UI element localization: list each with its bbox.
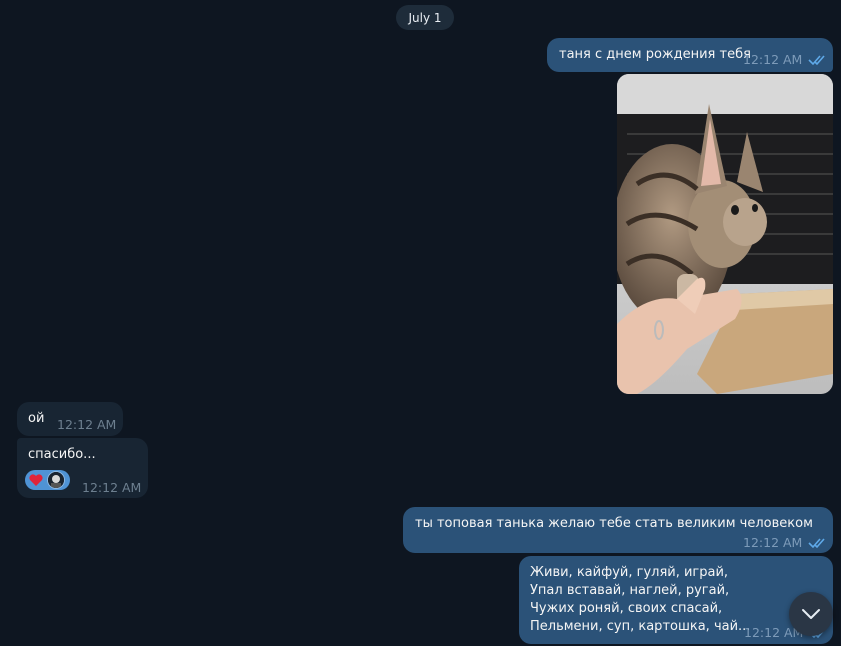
message-time: 12:12 AM <box>743 52 803 67</box>
reactor-avatar <box>47 471 65 489</box>
message-line: Упал вставай, наглей, ругай, <box>530 583 730 598</box>
message-text: ой <box>28 411 45 426</box>
double-check-icon <box>808 55 825 66</box>
avatar-image <box>48 472 64 488</box>
message-time: 12:12 AM <box>743 535 803 550</box>
kitten-photo[interactable] <box>617 74 833 394</box>
reaction-badge[interactable] <box>25 470 70 490</box>
message-text: Живи, кайфуй, гуляй, играй, Упал вставай… <box>530 564 750 636</box>
message-line: Живи, кайфуй, гуляй, играй, <box>530 565 729 580</box>
chevron-down-icon <box>802 609 820 619</box>
message-text: ты топовая танька желаю тебе стать велик… <box>415 516 813 531</box>
message-time: 12:12 AM <box>57 417 117 432</box>
incoming-message[interactable]: спасибо... 12:12 AM <box>17 438 148 498</box>
message-line: Чужих роняй, своих спасай, <box>530 601 723 616</box>
scroll-down-button[interactable] <box>789 592 833 636</box>
message-text: таня с днем рождения тебя <box>559 47 751 62</box>
incoming-message[interactable]: ой 12:12 AM <box>17 402 123 436</box>
message-text: спасибо... <box>28 447 96 462</box>
kitten-image <box>617 74 833 394</box>
message-time: 12:12 AM <box>82 480 142 495</box>
outgoing-message[interactable]: Живи, кайфуй, гуляй, играй, Упал вставай… <box>519 556 833 644</box>
outgoing-message[interactable]: таня с днем рождения тебя 12:12 AM <box>547 38 833 72</box>
double-check-icon <box>808 538 825 549</box>
message-line: Пельмени, суп, картошка, чай... <box>530 619 751 634</box>
heart-icon <box>29 474 43 486</box>
outgoing-message[interactable]: ты топовая танька желаю тебе стать велик… <box>403 507 833 553</box>
date-divider: July 1 <box>396 5 454 30</box>
